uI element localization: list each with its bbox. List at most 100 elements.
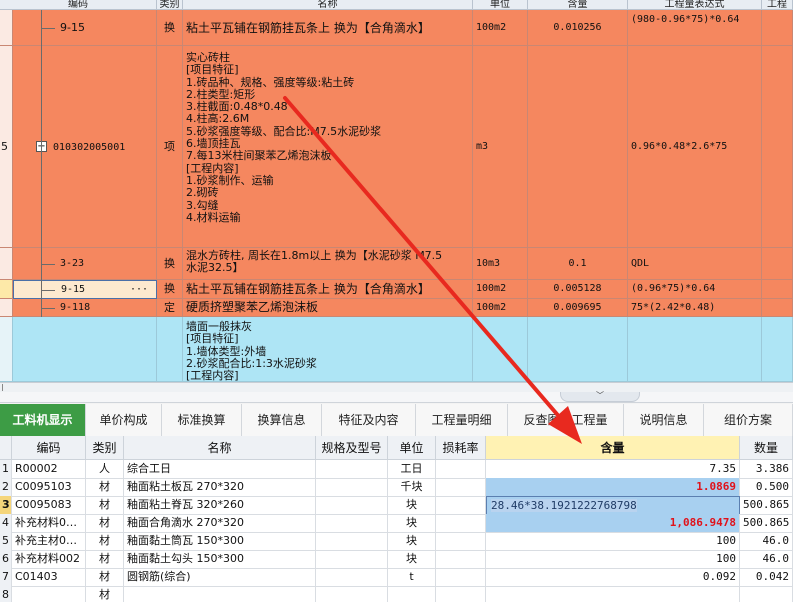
col-header-type[interactable]: 类别 bbox=[86, 436, 124, 460]
amount-cell[interactable]: 0.042 bbox=[740, 568, 793, 587]
type-cell[interactable]: 材 bbox=[86, 478, 124, 497]
col-header-name[interactable]: 名称 bbox=[183, 0, 473, 10]
col-header-name[interactable]: 名称 bbox=[124, 436, 316, 460]
loss-cell[interactable] bbox=[436, 586, 486, 602]
qty-cell[interactable]: 0.005128 bbox=[528, 280, 628, 299]
amount-cell[interactable]: 46.0 bbox=[740, 532, 793, 551]
type-cell[interactable]: 材 bbox=[86, 496, 124, 515]
code-cell[interactable]: 补充材料0… bbox=[12, 514, 86, 533]
qty-cell[interactable] bbox=[528, 317, 628, 382]
expr-cell[interactable]: 0.96*0.48*2.6*75 bbox=[628, 46, 762, 248]
unit-cell[interactable]: 块 bbox=[388, 514, 436, 533]
code-cell[interactable]: C0095103 bbox=[12, 478, 86, 497]
amount-cell[interactable]: 3.386 bbox=[740, 460, 793, 479]
code-cell[interactable]: 3-23 bbox=[13, 248, 157, 280]
type-cell[interactable]: 人 bbox=[86, 460, 124, 479]
loss-cell[interactable] bbox=[436, 550, 486, 569]
unit-cell[interactable]: 100m2 bbox=[473, 10, 528, 46]
unit-cell[interactable]: 块 bbox=[388, 550, 436, 569]
code-cell[interactable] bbox=[13, 317, 157, 382]
unit-cell[interactable] bbox=[473, 317, 528, 382]
amount-cell[interactable] bbox=[740, 586, 793, 602]
name-cell[interactable]: 釉面黏土筒瓦 150*300 bbox=[124, 532, 316, 551]
tab-features[interactable]: 特征及内容 bbox=[322, 404, 416, 436]
type-cell[interactable]: 材 bbox=[86, 532, 124, 551]
amount-cell[interactable]: 0.500 bbox=[740, 478, 793, 497]
tab-quantity-detail[interactable]: 工程量明细 bbox=[416, 404, 508, 436]
code-cell[interactable]: C0095083 bbox=[12, 496, 86, 515]
unit-cell[interactable]: 100m2 bbox=[473, 280, 528, 299]
collapse-pane-button[interactable]: ﹀ bbox=[560, 392, 640, 402]
unit-cell[interactable]: m3 bbox=[473, 46, 528, 248]
name-cell[interactable]: 实心砖柱 [项目特征] 1.砖品种、规格、强度等级:粘土砖 2.柱类型:矩形 3… bbox=[183, 46, 473, 248]
expr-cell[interactable]: (980-0.96*75)*0.64 bbox=[628, 10, 762, 46]
unit-cell[interactable]: 块 bbox=[388, 532, 436, 551]
qty-cell[interactable]: 0.009695 bbox=[528, 299, 628, 317]
loss-cell[interactable] bbox=[436, 496, 486, 515]
content-cell[interactable]: 7.35 bbox=[486, 460, 740, 479]
spec-cell[interactable] bbox=[316, 514, 388, 533]
spec-cell[interactable] bbox=[316, 532, 388, 551]
loss-cell[interactable] bbox=[436, 568, 486, 587]
spec-cell[interactable] bbox=[316, 496, 388, 515]
unit-cell[interactable]: 块 bbox=[388, 496, 436, 515]
type-cell[interactable]: 材 bbox=[86, 568, 124, 587]
type-cell[interactable]: 定 bbox=[157, 299, 183, 317]
name-cell[interactable]: 粘土平瓦铺在钢筋挂瓦条上 换为【合角滴水】 bbox=[183, 280, 473, 299]
code-cell[interactable]: 补充材料002 bbox=[12, 550, 86, 569]
expr-cell[interactable]: (0.96*75)*0.64 bbox=[628, 280, 762, 299]
unit-cell[interactable]: 千块 bbox=[388, 478, 436, 497]
unit-cell[interactable]: t bbox=[388, 568, 436, 587]
amount-cell[interactable] bbox=[762, 280, 793, 299]
code-cell[interactable]: 9-118 bbox=[13, 299, 157, 317]
loss-cell[interactable] bbox=[436, 478, 486, 497]
spec-cell[interactable] bbox=[316, 568, 388, 587]
col-header-amount[interactable]: 工程 bbox=[762, 0, 793, 10]
col-header-content[interactable]: 含量 bbox=[486, 436, 740, 460]
col-header-spec[interactable]: 规格及型号 bbox=[316, 436, 388, 460]
type-cell[interactable]: 换 bbox=[157, 248, 183, 280]
tab-unit-price[interactable]: 单价构成 bbox=[86, 404, 162, 436]
amount-cell[interactable]: 500.865 bbox=[740, 514, 793, 533]
expr-cell[interactable]: 75*(2.42*0.48) bbox=[628, 299, 762, 317]
tab-pricing-scheme[interactable]: 组价方案 bbox=[704, 404, 793, 436]
code-cell-selected[interactable]: 9-15 ··· bbox=[13, 280, 157, 299]
type-cell[interactable]: 项 bbox=[157, 46, 183, 248]
unit-cell[interactable]: 100m2 bbox=[473, 299, 528, 317]
name-cell[interactable]: 硬质挤塑聚苯乙烯泡沫板 bbox=[183, 299, 473, 317]
col-header-qty[interactable]: 含量 bbox=[528, 0, 628, 10]
content-cell[interactable]: 100 bbox=[486, 532, 740, 551]
unit-cell[interactable] bbox=[388, 586, 436, 602]
col-header-code[interactable]: 编码 bbox=[12, 436, 86, 460]
code-cell[interactable]: R00002 bbox=[12, 460, 86, 479]
amount-cell[interactable] bbox=[762, 10, 793, 46]
pane-splitter[interactable]: ﹀ bbox=[0, 392, 793, 402]
spec-cell[interactable] bbox=[316, 550, 388, 569]
name-cell[interactable] bbox=[124, 586, 316, 602]
more-button[interactable]: ··· bbox=[130, 281, 148, 298]
type-cell[interactable]: 换 bbox=[157, 10, 183, 46]
type-cell[interactable]: 换 bbox=[157, 280, 183, 299]
tab-standard-conversion[interactable]: 标准换算 bbox=[162, 404, 242, 436]
loss-cell[interactable] bbox=[436, 460, 486, 479]
tab-reverse-lookup[interactable]: 反查图形工程量 bbox=[508, 404, 624, 436]
spec-cell[interactable] bbox=[316, 478, 388, 497]
name-cell[interactable]: 釉面粘土板瓦 270*320 bbox=[124, 478, 316, 497]
expr-cell[interactable] bbox=[628, 317, 762, 382]
col-header-unit[interactable]: 单位 bbox=[388, 436, 436, 460]
type-cell[interactable] bbox=[157, 317, 183, 382]
code-cell[interactable]: C01403 bbox=[12, 568, 86, 587]
name-cell[interactable]: 粘土平瓦铺在钢筋挂瓦条上 换为【合角滴水】 bbox=[183, 10, 473, 46]
qty-cell[interactable] bbox=[528, 46, 628, 248]
unit-cell[interactable]: 工日 bbox=[388, 460, 436, 479]
amount-cell[interactable]: 46.0 bbox=[740, 550, 793, 569]
qty-cell[interactable]: 0.1 bbox=[528, 248, 628, 280]
content-cell[interactable]: 1,086.9478 bbox=[486, 514, 740, 533]
code-cell[interactable] bbox=[12, 586, 86, 602]
amount-cell[interactable] bbox=[762, 299, 793, 317]
content-cell[interactable]: 0.092 bbox=[486, 568, 740, 587]
amount-cell[interactable] bbox=[762, 248, 793, 280]
tab-description[interactable]: 说明信息 bbox=[624, 404, 704, 436]
name-cell[interactable]: 综合工日 bbox=[124, 460, 316, 479]
name-cell[interactable]: 釉面合角滴水 270*320 bbox=[124, 514, 316, 533]
